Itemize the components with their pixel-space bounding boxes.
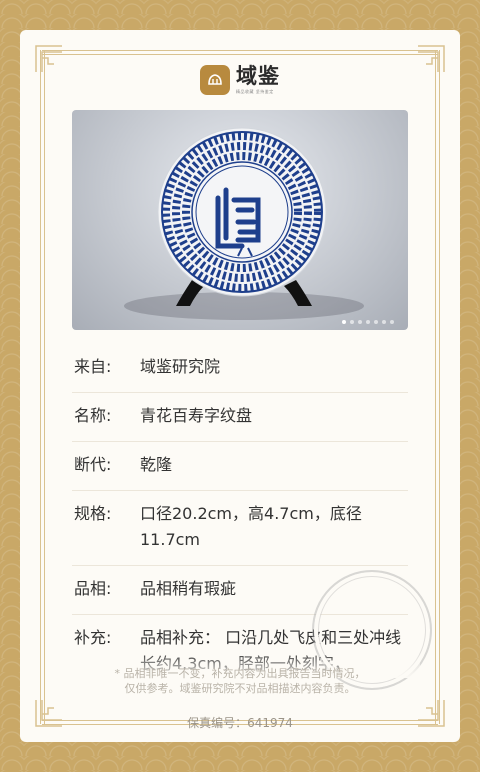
detail-value: 青花百寿字纹盘	[140, 406, 253, 425]
frame-line	[439, 50, 440, 724]
porcelain-plate-image	[124, 127, 364, 320]
detail-value: 口径20.2cm，高4.7cm，底径11.7cm	[140, 504, 362, 549]
fret-corner-icon	[35, 45, 62, 72]
frame-line	[40, 50, 41, 724]
detail-label: 断代:	[74, 455, 112, 474]
disclaimer: * 品相非唯一不变，补充内容为出具报告当时情况， 仅供参考。域鉴研究院不对品相描…	[60, 666, 420, 696]
detail-label: 规格:	[74, 504, 112, 523]
detail-row-period: 断代: 乾隆	[72, 442, 408, 491]
detail-row-name: 名称: 青花百寿字纹盘	[72, 393, 408, 442]
disclaimer-line: * 品相非唯一不变，补充内容为出具报告当时情况，	[114, 667, 366, 680]
frame-line	[42, 50, 438, 51]
brand-slogan: 精品收藏 坚持鉴定	[236, 89, 274, 94]
brand-logo: 域鉴 精品收藏 坚持鉴定	[200, 64, 280, 96]
detail-label: 品相:	[74, 579, 112, 598]
frame-line	[44, 50, 45, 724]
detail-value: 乾隆	[140, 455, 173, 474]
carousel-dot[interactable]	[358, 320, 362, 324]
carousel-dot[interactable]	[342, 320, 346, 324]
logo-mark-icon	[200, 65, 230, 95]
item-photo-carousel[interactable]	[72, 110, 408, 330]
carousel-dot[interactable]	[350, 320, 354, 324]
detail-label: 来自:	[74, 357, 112, 376]
carousel-dots[interactable]	[342, 320, 394, 324]
serial-number: 保真编号：641974	[187, 716, 293, 730]
frame-line	[435, 50, 436, 724]
detail-label: 名称:	[74, 406, 112, 425]
carousel-dot[interactable]	[382, 320, 386, 324]
detail-row-size: 规格: 口径20.2cm，高4.7cm，底径11.7cm	[72, 491, 408, 566]
detail-row-source: 来自: 域鉴研究院	[72, 344, 408, 393]
frame-line	[42, 54, 438, 55]
disclaimer-line: 仅供参考。域鉴研究院不对品相描述内容负责。	[124, 682, 356, 695]
brand-name: 域鉴	[236, 64, 280, 88]
fret-corner-icon	[418, 45, 445, 72]
carousel-dot[interactable]	[374, 320, 378, 324]
certificate-card: 域鉴 精品收藏 坚持鉴定 来自: 域鉴研究院 名称: 青花百寿字纹盘 断代: 乾…	[20, 30, 460, 742]
carousel-dot[interactable]	[390, 320, 394, 324]
carousel-dot[interactable]	[366, 320, 370, 324]
detail-value: 域鉴研究院	[140, 357, 221, 376]
